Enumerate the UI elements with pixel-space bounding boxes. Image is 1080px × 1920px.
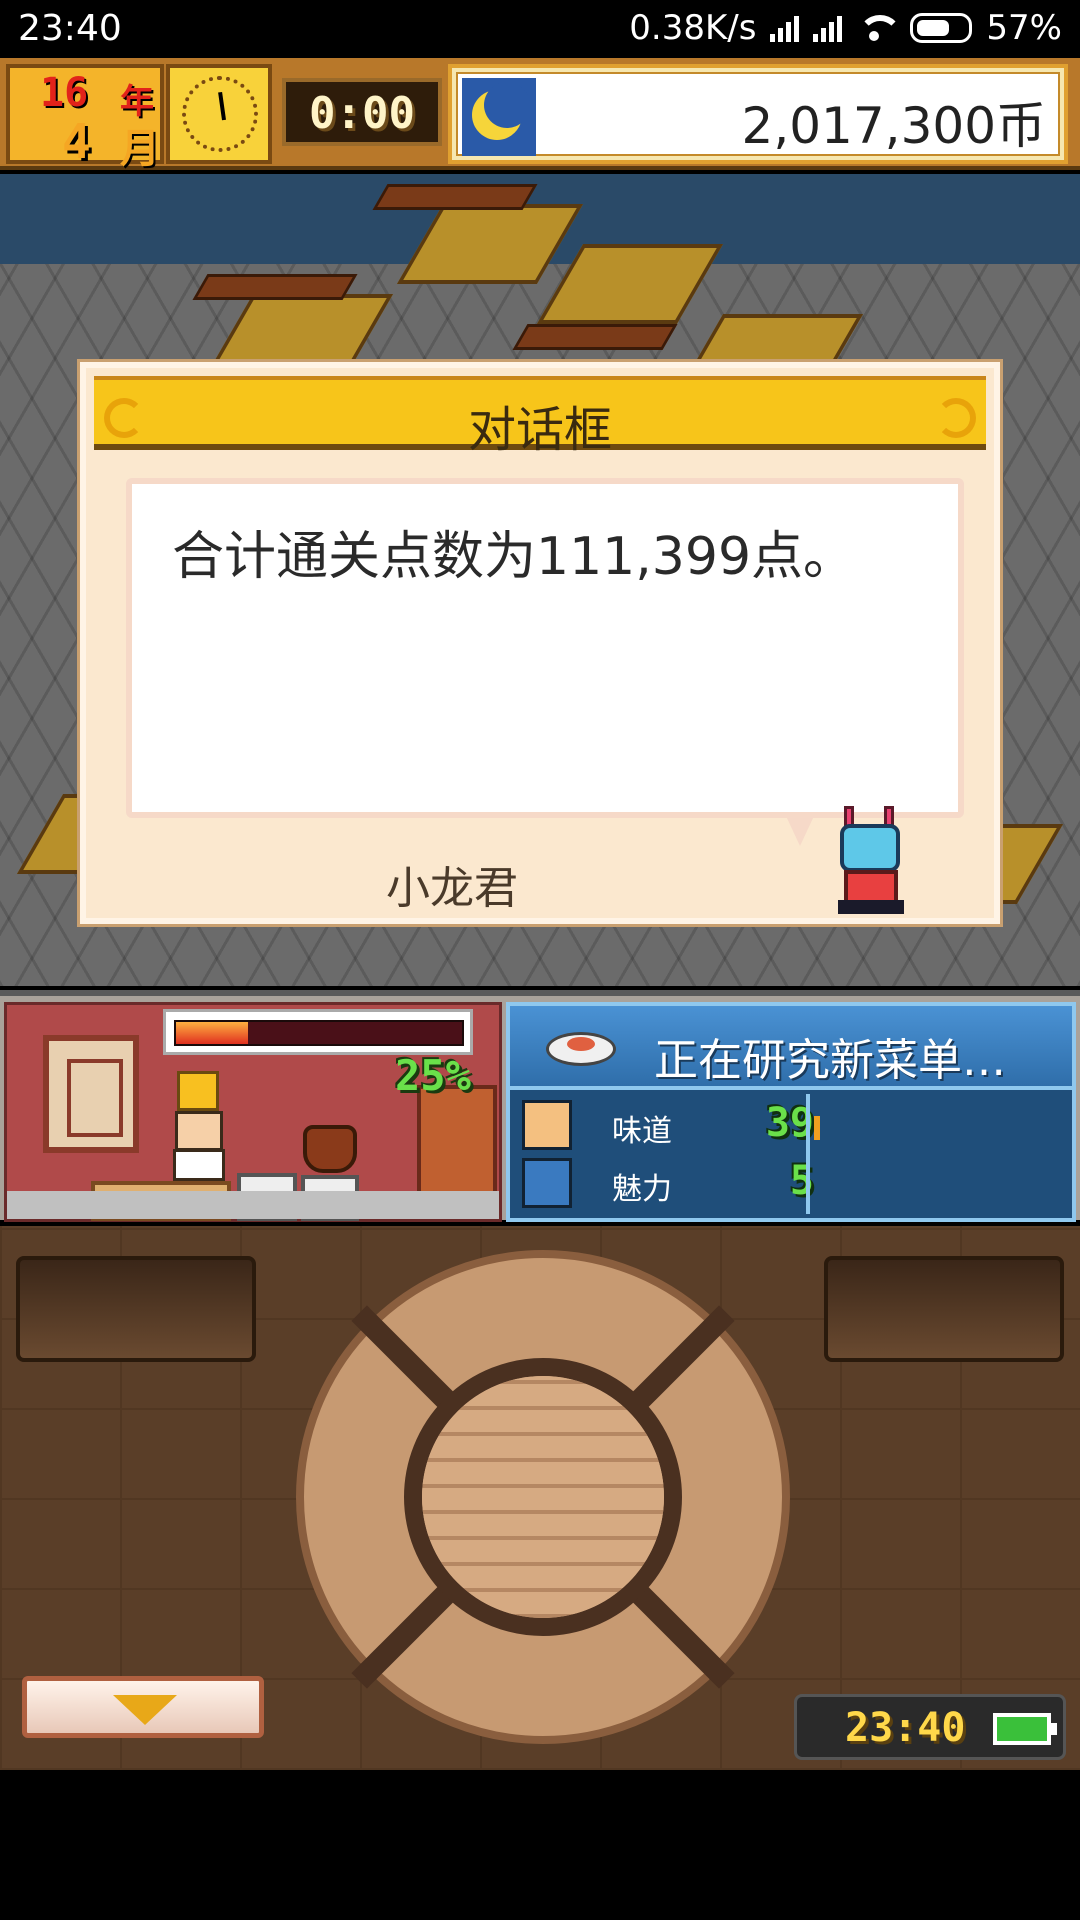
chef-hat bbox=[177, 1071, 219, 1111]
moon-icon bbox=[462, 78, 536, 156]
battery-icon bbox=[993, 1713, 1057, 1745]
research-panel[interactable]: 正在研究新菜单… 味道 39 魅力 5 bbox=[506, 1002, 1076, 1222]
year-number: 16 bbox=[40, 70, 89, 116]
network-speed: 0.38K/s bbox=[629, 8, 757, 48]
progress-fill bbox=[176, 1022, 248, 1044]
chef-body bbox=[173, 1149, 225, 1181]
timer-text: 0:00 bbox=[309, 88, 415, 139]
down-arrow-icon bbox=[113, 1695, 177, 1725]
speech-tail bbox=[786, 816, 814, 846]
directional-pad[interactable] bbox=[296, 1250, 790, 1744]
chef-face bbox=[175, 1111, 223, 1151]
signal-2-icon bbox=[813, 14, 843, 42]
chef-character-icon bbox=[169, 1071, 233, 1181]
stat-divider bbox=[806, 1094, 810, 1214]
money-display: 2,017,300币 bbox=[448, 64, 1068, 164]
stat-label: 味道 bbox=[612, 1114, 672, 1149]
status-bar: 23:40 0.38K/s 57% bbox=[0, 0, 1080, 58]
lattice-window bbox=[43, 1035, 139, 1153]
dialog-message-box: 合计通关点数为111,399点。 bbox=[126, 478, 964, 818]
cooking-pot bbox=[303, 1125, 357, 1173]
dialog-box[interactable]: 对话框 合计通关点数为111,399点。 小龙君 bbox=[80, 362, 1000, 924]
timer-display: 0:00 bbox=[282, 78, 442, 146]
kitchen-floor bbox=[7, 1191, 499, 1219]
money-panel: 2,017,300币 bbox=[456, 72, 1060, 156]
status-right: 0.38K/s 57% bbox=[629, 8, 1062, 48]
research-header: 正在研究新菜单… bbox=[510, 1006, 1072, 1090]
scene-bench bbox=[512, 324, 678, 350]
battery-icon bbox=[910, 13, 973, 43]
dpad-center-button[interactable] bbox=[422, 1376, 664, 1618]
clock-face bbox=[182, 76, 258, 152]
bottom-bar bbox=[0, 1770, 1080, 1920]
stat-row-charm: 魅力 5 bbox=[522, 1156, 822, 1212]
status-time: 23:40 bbox=[18, 8, 122, 49]
month-unit: 月 bbox=[120, 126, 160, 172]
progress-percent: 25% bbox=[395, 1051, 471, 1100]
month-number: 4 bbox=[62, 114, 91, 170]
collapse-button[interactable] bbox=[22, 1676, 264, 1738]
stat-value: 5 bbox=[789, 1158, 814, 1204]
charm-dish-icon bbox=[522, 1158, 572, 1208]
dragon-base bbox=[838, 900, 904, 914]
speaker-name: 小龙君 bbox=[386, 863, 518, 914]
left-side-button[interactable] bbox=[16, 1256, 256, 1362]
info-panel: 25% 正在研究新菜单… 味道 39 魅力 5 bbox=[0, 990, 1080, 1222]
clock-icon bbox=[166, 64, 272, 164]
top-hud: 16 年 4 月 0:00 2,017,300币 bbox=[0, 58, 1080, 172]
swirl-ornament-icon bbox=[936, 398, 976, 438]
stat-row-taste: 味道 39 bbox=[522, 1098, 822, 1154]
research-progress bbox=[163, 1009, 473, 1055]
dialog-message: 合计通关点数为111,399点。 bbox=[172, 527, 856, 587]
dragon-body bbox=[844, 870, 898, 904]
dish-icon bbox=[546, 1032, 616, 1066]
money-amount: 2,017,300币 bbox=[741, 97, 1046, 155]
wifi-icon bbox=[856, 13, 903, 43]
signal-icon bbox=[770, 14, 800, 42]
taste-face-icon bbox=[522, 1100, 572, 1150]
progress-track bbox=[174, 1020, 464, 1046]
dragon-head bbox=[840, 824, 900, 872]
taste-stat-bar bbox=[814, 1116, 820, 1140]
dialog-header: 对话框 bbox=[94, 376, 986, 458]
kitchen-view[interactable]: 25% bbox=[4, 1002, 502, 1222]
stat-label: 魅力 bbox=[612, 1172, 672, 1207]
kitchen-shelf bbox=[417, 1085, 497, 1205]
game-clock-time: 23:40 bbox=[845, 1705, 966, 1751]
battery-percent: 57% bbox=[986, 8, 1062, 48]
date-display[interactable]: 16 年 4 月 bbox=[6, 64, 164, 172]
right-side-button[interactable] bbox=[824, 1256, 1064, 1362]
research-title: 正在研究新菜单… bbox=[654, 1035, 1006, 1086]
dialog-title: 对话框 bbox=[467, 402, 612, 458]
scene-bench bbox=[192, 274, 358, 300]
game-clock: 23:40 bbox=[794, 1694, 1066, 1760]
clock-hand bbox=[218, 91, 226, 121]
control-area: 23:40 bbox=[0, 1226, 1080, 1770]
dragon-character-icon bbox=[826, 806, 922, 916]
scene-bench bbox=[372, 184, 538, 210]
